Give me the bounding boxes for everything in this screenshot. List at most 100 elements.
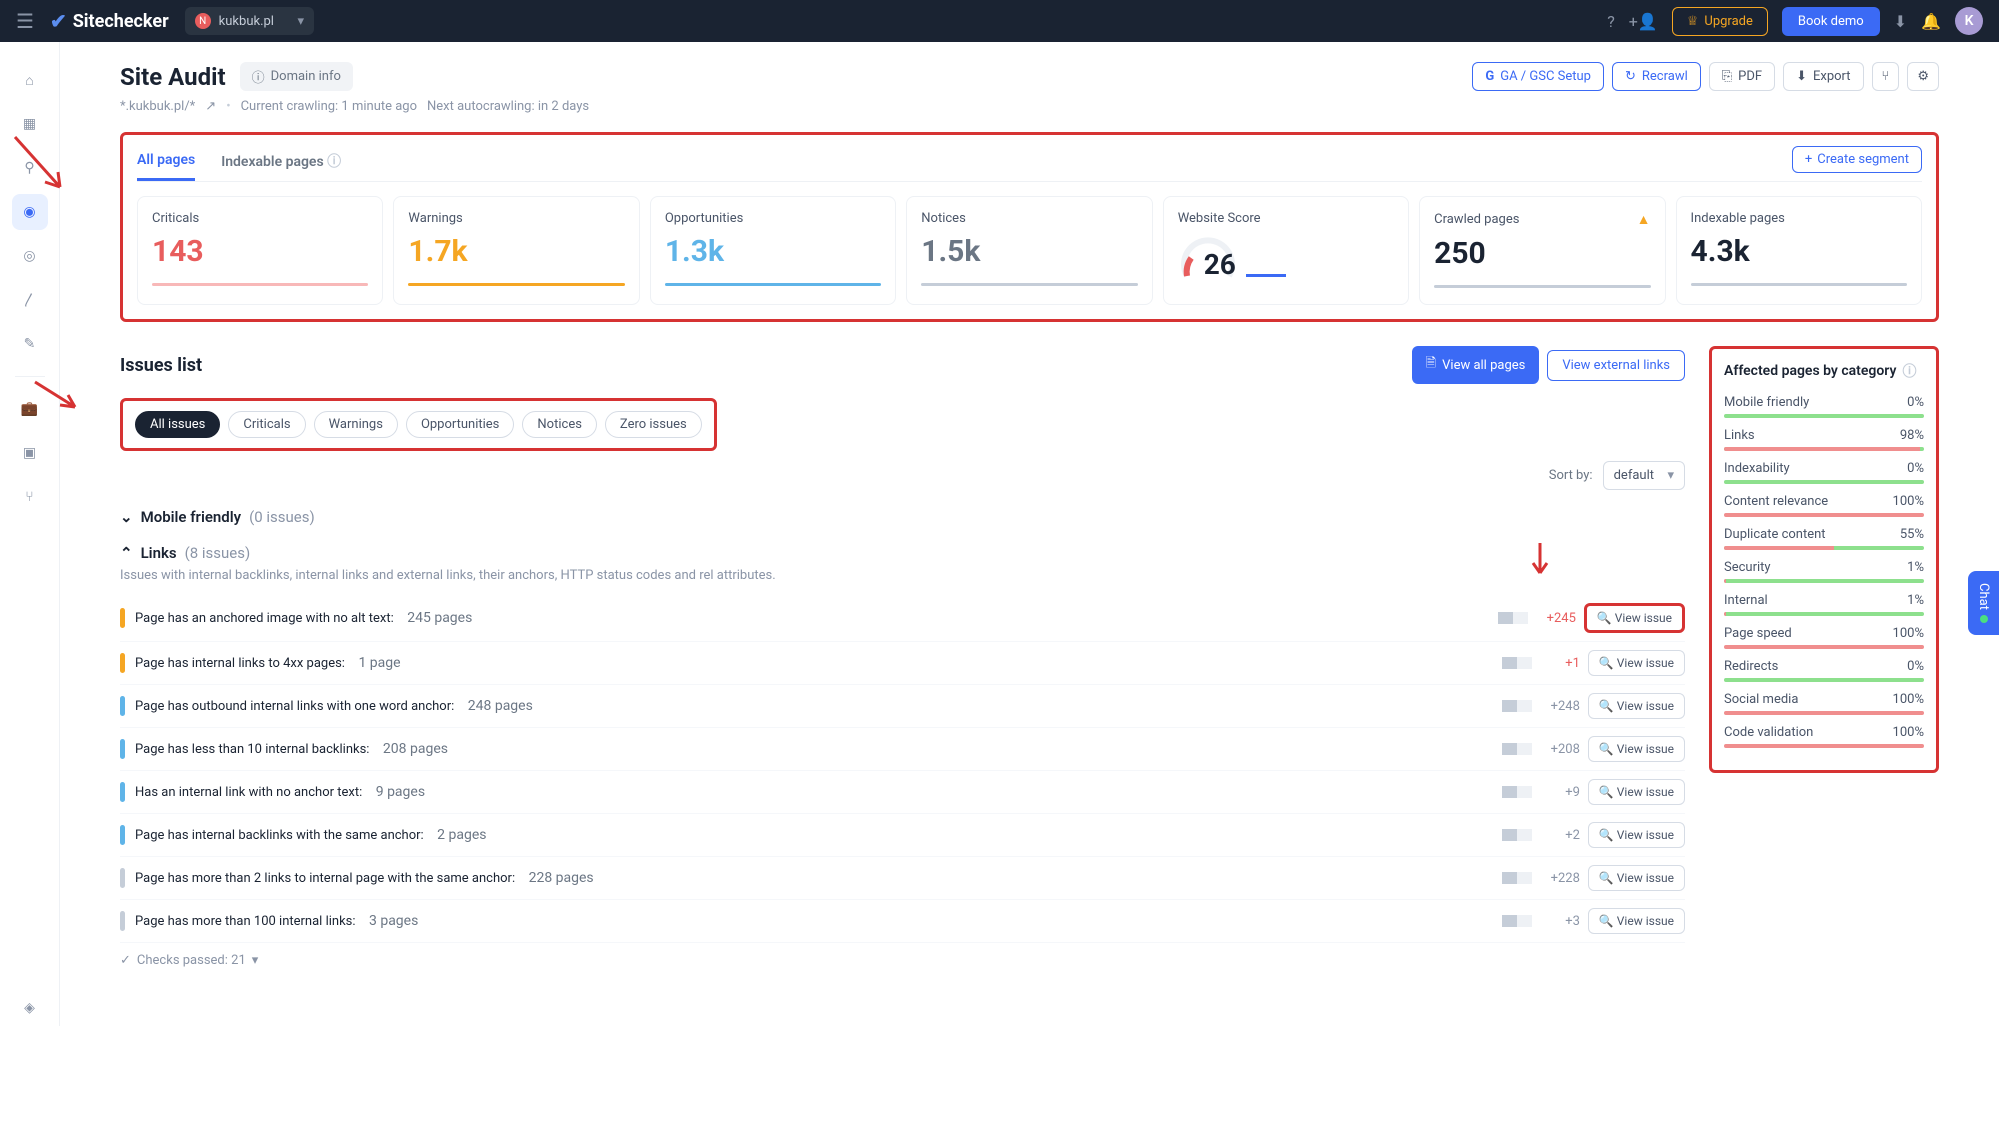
recrawl-button[interactable]: ↻ Recrawl — [1612, 62, 1701, 91]
filter-warnings[interactable]: Warnings — [314, 411, 398, 438]
view-issue-button[interactable]: 🔍 View issue — [1588, 693, 1685, 719]
category-row[interactable]: Indexability0% — [1724, 461, 1924, 484]
ga-label: GA / GSC Setup — [1500, 69, 1591, 84]
view-issue-button[interactable]: 🔍 View issue — [1588, 650, 1685, 676]
tab-all-pages[interactable]: All pages — [137, 146, 195, 181]
card-notices[interactable]: Notices 1.5k — [906, 196, 1152, 305]
bell-icon[interactable]: 🔔 — [1921, 12, 1941, 31]
avatar[interactable]: K — [1955, 7, 1983, 35]
category-row[interactable]: Duplicate content55% — [1724, 527, 1924, 550]
issue-row: Page has an anchored image with no alt t… — [120, 595, 1685, 642]
issue-text[interactable]: Page has an anchored image with no alt t… — [135, 611, 394, 626]
menu-icon[interactable]: ☰ — [16, 9, 34, 33]
view-issue-button[interactable]: 🔍 View issue — [1588, 865, 1685, 891]
card-opportunities[interactable]: Opportunities 1.3k — [650, 196, 896, 305]
severity-bar — [120, 911, 125, 931]
share-button[interactable]: ⑂ — [1872, 62, 1900, 91]
checks-passed[interactable]: ✓ Checks passed: 21 ▾ — [120, 953, 1685, 968]
view-all-label: View all pages — [1442, 358, 1525, 373]
nav-home-icon[interactable]: ⌂ — [12, 62, 48, 98]
create-segment-button[interactable]: + Create segment — [1792, 146, 1922, 173]
card-criticals[interactable]: Criticals 143 — [137, 196, 383, 305]
category-row[interactable]: Security1% — [1724, 560, 1924, 583]
issue-text[interactable]: Page has internal links to 4xx pages: — [135, 656, 345, 671]
delta: +228 — [1540, 871, 1580, 886]
pdf-button[interactable]: ⎘ PDF — [1709, 62, 1775, 91]
settings-button[interactable]: ⚙ — [1907, 62, 1939, 91]
category-row[interactable]: Code validation100% — [1724, 725, 1924, 748]
issue-row: Page has internal links to 4xx pages: 1 … — [120, 642, 1685, 685]
download-icon[interactable]: ⬇ — [1894, 12, 1907, 31]
affected-rows: Mobile friendly0% Links98% Indexability0… — [1724, 395, 1924, 748]
info-icon[interactable]: ⓘ — [1902, 361, 1916, 381]
tab-indexable[interactable]: Indexable pages ⓘ — [221, 145, 341, 181]
nav-diamond-icon[interactable]: ◈ — [12, 990, 48, 1026]
cat-pct: 0% — [1907, 659, 1924, 674]
chat-tab[interactable]: Chat — [1968, 571, 1999, 636]
cat-bar — [1724, 612, 1924, 616]
nav-magic-icon[interactable]: ✎ — [12, 326, 48, 362]
view-issue-button[interactable]: 🔍 View issue — [1588, 908, 1685, 934]
filter-zero[interactable]: Zero issues — [605, 411, 702, 438]
category-row[interactable]: Redirects0% — [1724, 659, 1924, 682]
card-crawled[interactable]: Crawled pages▲ 250 — [1419, 196, 1665, 305]
brand-name: Sitechecker — [73, 11, 169, 32]
filter-all[interactable]: All issues — [135, 411, 220, 438]
card-bar — [152, 283, 368, 286]
category-row[interactable]: Mobile friendly0% — [1724, 395, 1924, 418]
export-label: Export — [1813, 69, 1851, 84]
chevron-up-icon: ⌃ — [120, 544, 133, 562]
view-issue-button[interactable]: 🔍 View issue — [1584, 603, 1685, 633]
issue-text[interactable]: Has an internal link with no anchor text… — [135, 785, 362, 800]
domain-info-pill[interactable]: ⓘ Domain info — [240, 62, 353, 91]
card-indexable[interactable]: Indexable pages 4.3k — [1676, 196, 1922, 305]
nav-audit-icon[interactable]: ◉ — [12, 194, 48, 230]
nav-dashboard-icon[interactable]: ▦ — [12, 106, 48, 142]
filter-opportunities[interactable]: Opportunities — [406, 411, 514, 438]
nav-target-icon[interactable]: ◎ — [12, 238, 48, 274]
metric-cards: Criticals 143 Warnings 1.7k Opportunitie… — [137, 196, 1922, 305]
sparkline — [1502, 700, 1532, 712]
card-warnings[interactable]: Warnings 1.7k — [393, 196, 639, 305]
issue-text[interactable]: Page has less than 10 internal backlinks… — [135, 742, 369, 757]
book-demo-button[interactable]: Book demo — [1782, 7, 1880, 36]
category-row[interactable]: Social media100% — [1724, 692, 1924, 715]
issue-text[interactable]: Page has more than 100 internal links: — [135, 914, 356, 929]
issue-meta: +9 🔍 View issue — [1502, 779, 1685, 805]
view-issue-button[interactable]: 🔍 View issue — [1588, 822, 1685, 848]
nav-briefcase-icon[interactable]: 💼 — [12, 391, 48, 427]
cat-name: Links — [1724, 428, 1755, 443]
ga-gsc-button[interactable]: G GA / GSC Setup — [1472, 62, 1604, 91]
nav-apps-icon[interactable]: ▣ — [12, 435, 48, 471]
nav-share-icon[interactable]: ⑂ — [12, 479, 48, 515]
cat-pct: 1% — [1907, 593, 1924, 608]
group-toggle[interactable]: ⌃ Links (8 issues) — [120, 544, 1685, 562]
severity-bar — [120, 868, 125, 888]
cat-pct: 0% — [1907, 395, 1924, 410]
view-issue-button[interactable]: 🔍 View issue — [1588, 736, 1685, 762]
category-row[interactable]: Page speed100% — [1724, 626, 1924, 649]
export-button[interactable]: ⬇ Export — [1783, 62, 1863, 91]
help-icon[interactable]: ? — [1607, 12, 1615, 31]
category-row[interactable]: Content relevance100% — [1724, 494, 1924, 517]
group-toggle[interactable]: ⌄ Mobile friendly (0 issues) — [120, 508, 1685, 526]
issue-text[interactable]: Page has outbound internal links with on… — [135, 699, 454, 714]
filter-notices[interactable]: Notices — [522, 411, 597, 438]
issue-text[interactable]: Page has more than 2 links to internal p… — [135, 871, 515, 886]
view-external-button[interactable]: View external links — [1547, 350, 1685, 381]
issue-text[interactable]: Page has internal backlinks with the sam… — [135, 828, 424, 843]
card-score[interactable]: Website Score 26 — [1163, 196, 1409, 305]
site-selector[interactable]: N kukbuk.pl — [185, 7, 314, 35]
crumb-site[interactable]: *.kukbuk.pl/* — [120, 99, 195, 114]
view-issue-button[interactable]: 🔍 View issue — [1588, 779, 1685, 805]
view-all-pages-button[interactable]: 🗎 View all pages — [1412, 346, 1540, 384]
filter-criticals[interactable]: Criticals — [228, 411, 305, 438]
brand-logo[interactable]: ✔ Sitechecker — [50, 9, 169, 33]
sort-select[interactable]: default — [1603, 461, 1685, 490]
category-row[interactable]: Internal1% — [1724, 593, 1924, 616]
upgrade-button[interactable]: ♕ Upgrade — [1672, 7, 1768, 36]
add-user-icon[interactable]: +👤 — [1629, 12, 1658, 31]
nav-trend-icon[interactable]: 〳 — [12, 282, 48, 318]
nav-search-icon[interactable]: ⚲ — [12, 150, 48, 186]
category-row[interactable]: Links98% — [1724, 428, 1924, 451]
